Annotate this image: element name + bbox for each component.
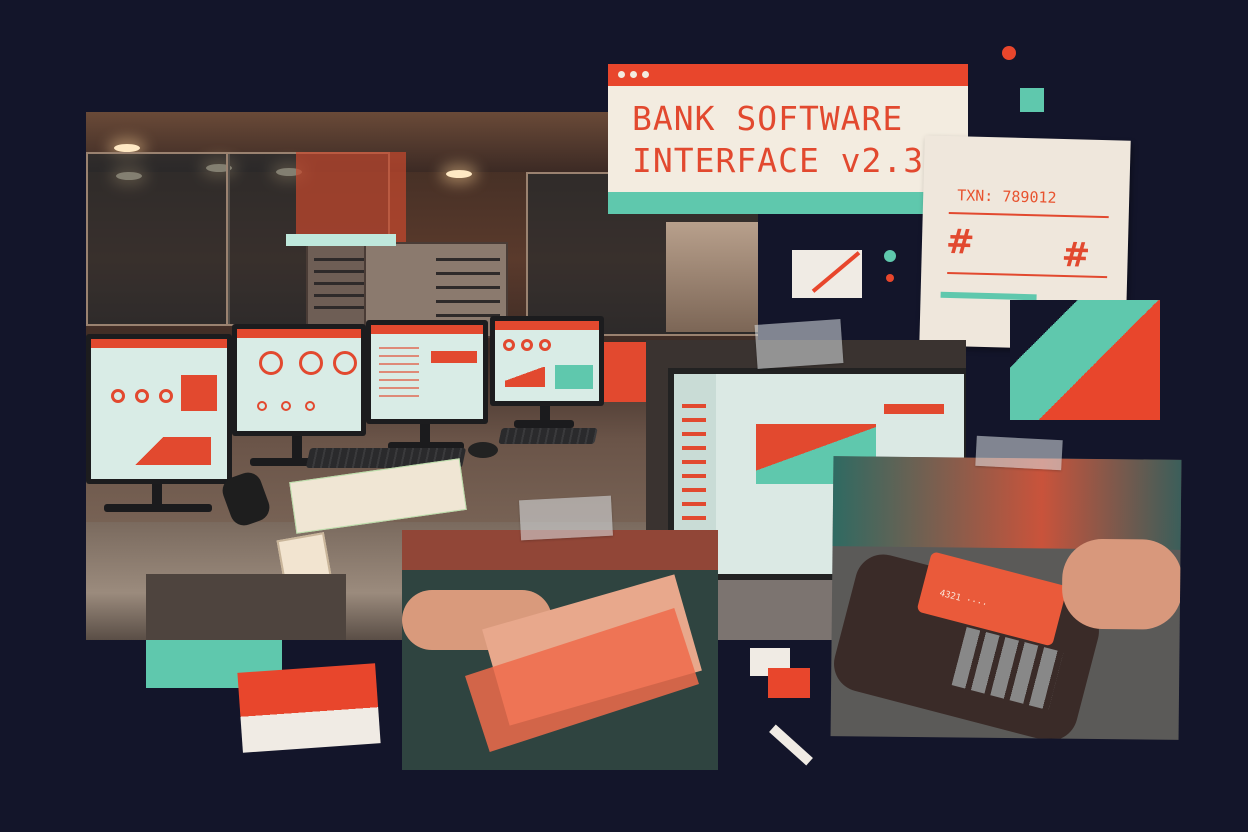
window-title-bar [608,64,968,86]
title-window: BANK SOFTWARE INTERFACE v2.3 [608,64,968,214]
paper-scrap [792,250,862,298]
paper-scrap [769,724,813,766]
monitor [232,324,366,436]
window-footer-strip [608,192,968,214]
monitor-stand [420,424,430,444]
monitor-stand [292,436,302,458]
confetti-dot [886,274,894,282]
title-line-1: BANK SOFTWARE [632,99,904,138]
receipt-rule [948,211,1109,219]
paper-scrap [1010,300,1160,420]
teal-light-strip [286,234,396,246]
red-wall-panel [296,152,406,242]
title-line-2: INTERFACE v2.3 [632,141,925,180]
tape-strip [519,495,613,541]
cash-envelopes-photo [402,530,718,770]
page-title: BANK SOFTWARE INTERFACE v2.3 [632,98,924,182]
monitor-foot [514,420,574,428]
store-blur [832,456,1182,550]
paper-scrap [237,663,381,753]
keyboard [498,428,598,444]
confetti-dot [1002,46,1016,60]
paper-scrap [768,668,810,698]
window-dots-icon [642,71,649,78]
glass-partition [86,152,230,326]
card-payment-photo: 4321 ···· [830,456,1182,740]
ceiling-light [446,170,472,178]
dashboard-screen [237,329,361,431]
desk-drawer [146,574,346,640]
monitor-foot [104,504,212,512]
tape-strip [975,435,1063,471]
monitor [86,334,232,484]
ceiling-light [114,144,140,152]
hand [1061,538,1182,630]
hash-icon: # [1061,234,1091,276]
monitor [490,316,604,406]
confetti-dot [884,250,896,262]
dashboard-screen [91,339,227,479]
window-dots-icon [630,71,637,78]
mouse [468,442,498,458]
monitor-stand [152,484,162,504]
transaction-id: TXN: 789012 [956,186,1057,207]
dashboard-screen [495,321,599,401]
dashboard-screen [371,325,483,419]
hash-icon: # [945,221,976,263]
confetti-square [1020,88,1044,112]
window-dots-icon [618,71,625,78]
tape-strip [754,319,844,369]
monitor [366,320,488,424]
steel-column [666,222,758,332]
